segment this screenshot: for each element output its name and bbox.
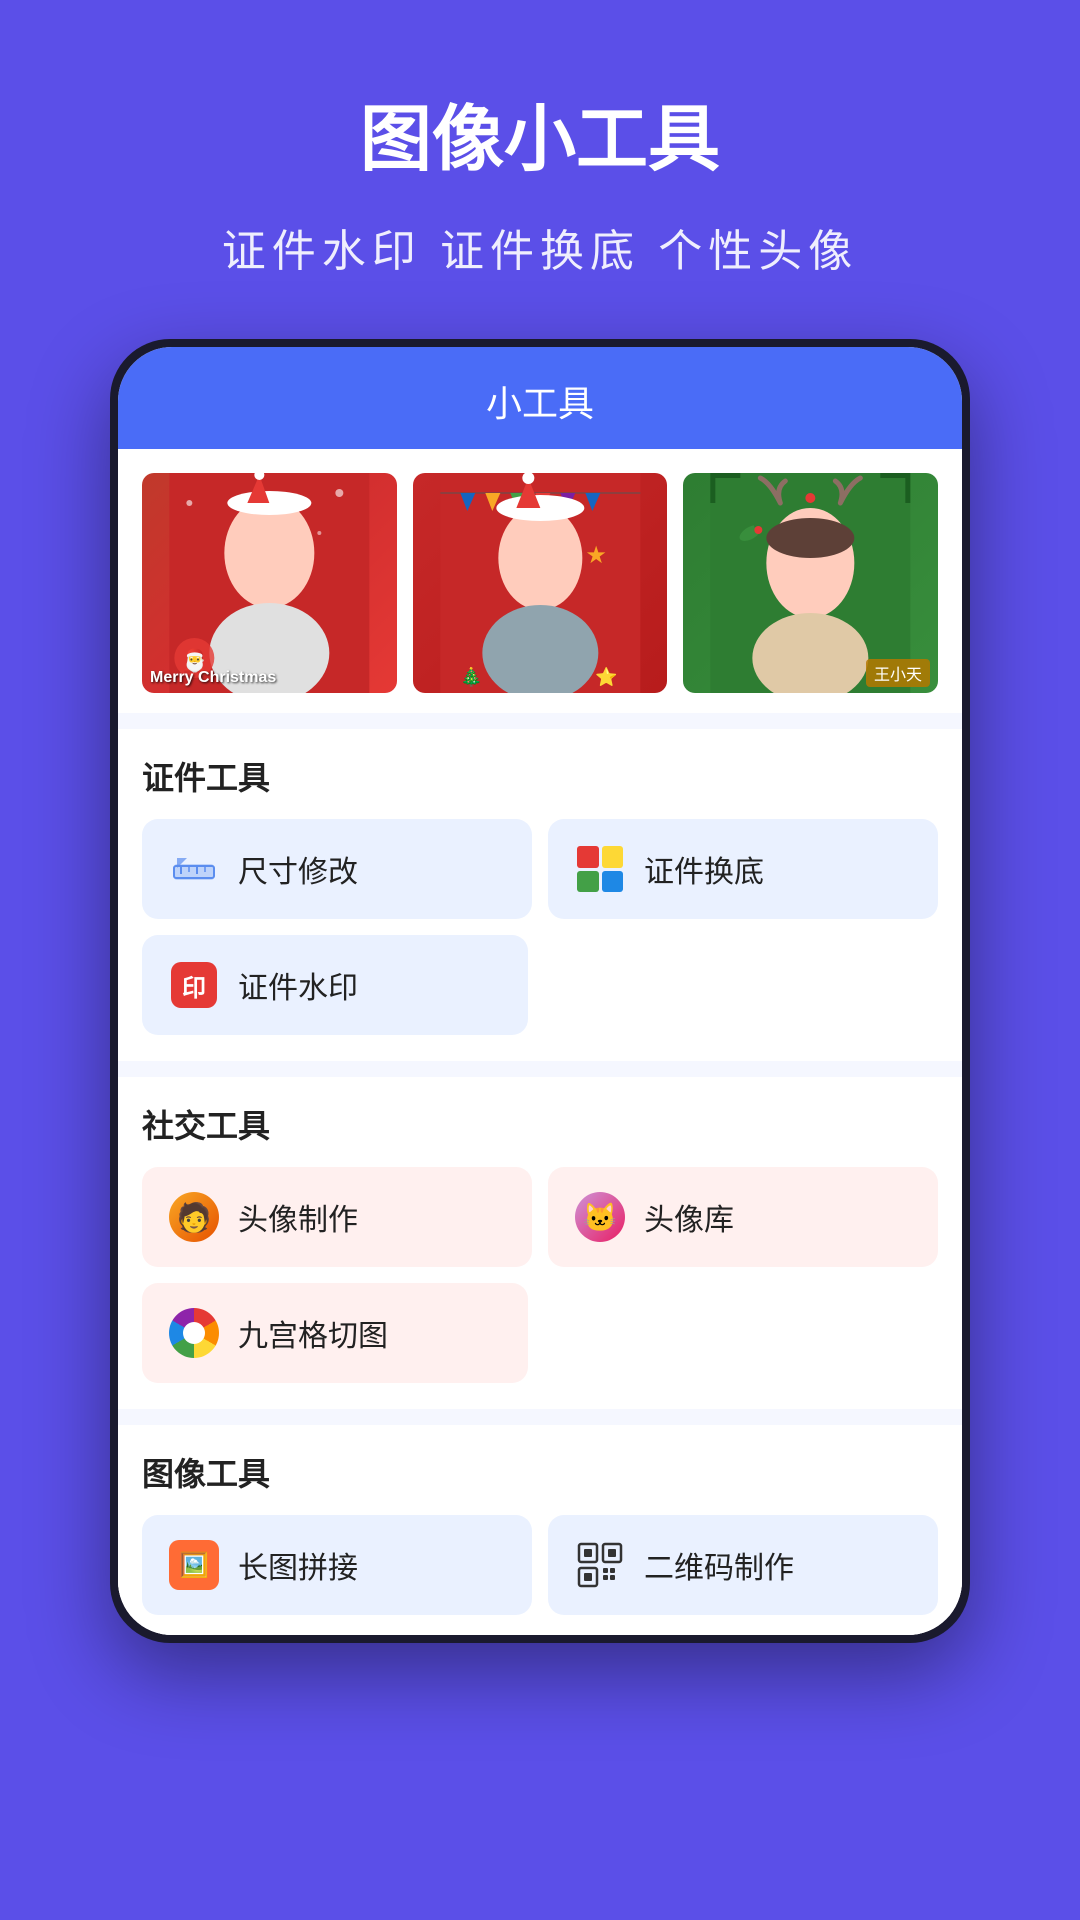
- app-bar-title: 小工具: [486, 383, 594, 424]
- banner-item-3[interactable]: 王小天: [683, 473, 938, 693]
- image-tools-grid: 🖼️ 长图拼接: [142, 1515, 938, 1615]
- stamp-icon: 印: [166, 957, 222, 1013]
- svg-text:🎄: 🎄: [460, 666, 482, 687]
- tool-label-avatar-make: 头像制作: [238, 1195, 358, 1239]
- iris-icon: [166, 1305, 222, 1361]
- tool-btn-watermark[interactable]: 印 证件水印: [142, 935, 528, 1035]
- app-title: 图像小工具: [40, 80, 1040, 185]
- banner-item-2[interactable]: ★ 🎄 ⭐: [413, 473, 668, 693]
- banner-item-1[interactable]: 🎅 Merry Christmas: [142, 473, 397, 693]
- nine-grid-row: 九宫格切图: [142, 1283, 938, 1383]
- tool-label-nine-grid: 九宫格切图: [238, 1311, 388, 1355]
- banner-scene-1: 🎅 Merry Christmas: [142, 473, 397, 693]
- section-title-social: 社交工具: [142, 1101, 938, 1147]
- tool-btn-avatar-lib[interactable]: 🐱 头像库: [548, 1167, 938, 1267]
- section-id-tools: 证件工具: [118, 729, 962, 1061]
- phone-screen: 小工具: [118, 347, 962, 1635]
- app-bar: 小工具: [118, 347, 962, 449]
- tool-btn-nine-grid[interactable]: 九宫格切图: [142, 1283, 528, 1383]
- section-title-id-tools: 证件工具: [142, 753, 938, 799]
- banner-svg-1: 🎅: [142, 473, 397, 693]
- tool-label-qr: 二维码制作: [644, 1543, 794, 1587]
- avatar-make-icon: 🧑: [166, 1189, 222, 1245]
- banner-svg-2: ★ 🎄 ⭐: [413, 473, 668, 693]
- long-img-icon: 🖼️: [166, 1537, 222, 1593]
- tool-btn-bg-change[interactable]: 证件换底: [548, 819, 938, 919]
- social-tools-grid: 🧑 头像制作 🐱 头像库: [142, 1167, 938, 1267]
- section-image-tools: 图像工具 🖼️ 长图拼接: [118, 1425, 962, 1635]
- tool-label-watermark: 证件水印: [238, 963, 358, 1007]
- qr-icon: [572, 1537, 628, 1593]
- ruler-icon: [166, 841, 222, 897]
- tool-btn-qr[interactable]: 二维码制作: [548, 1515, 938, 1615]
- watermark-row: 印 证件水印: [142, 935, 938, 1035]
- avatar-lib-icon: 🐱: [572, 1189, 628, 1245]
- svg-text:★: ★: [585, 542, 607, 569]
- tool-btn-long-img[interactable]: 🖼️ 长图拼接: [142, 1515, 532, 1615]
- phone-content: 🎅 Merry Christmas: [118, 449, 962, 1635]
- section-social-tools: 社交工具 🧑 头像制作 🐱 头像库: [118, 1077, 962, 1409]
- svg-text:⭐: ⭐: [595, 666, 617, 687]
- tool-btn-resize[interactable]: 尺寸修改: [142, 819, 532, 919]
- banner-label-3: 王小天: [866, 659, 930, 687]
- tool-label-resize: 尺寸修改: [238, 847, 358, 891]
- tool-label-avatar-lib: 头像库: [644, 1195, 734, 1239]
- banner-label-1: Merry Christmas: [150, 669, 276, 687]
- id-tools-grid: 尺寸修改 证件换底: [142, 819, 938, 919]
- banner-section: 🎅 Merry Christmas: [118, 449, 962, 713]
- section-title-image: 图像工具: [142, 1449, 938, 1495]
- header-area: 图像小工具 证件水印 证件换底 个性头像: [0, 0, 1080, 339]
- app-subtitle: 证件水印 证件换底 个性头像: [40, 215, 1040, 279]
- palette-icon: [572, 841, 628, 897]
- phone-frame: 小工具: [110, 339, 970, 1643]
- tool-label-bg-change: 证件换底: [644, 847, 764, 891]
- tool-label-long-img: 长图拼接: [238, 1543, 358, 1587]
- tool-btn-avatar-make[interactable]: 🧑 头像制作: [142, 1167, 532, 1267]
